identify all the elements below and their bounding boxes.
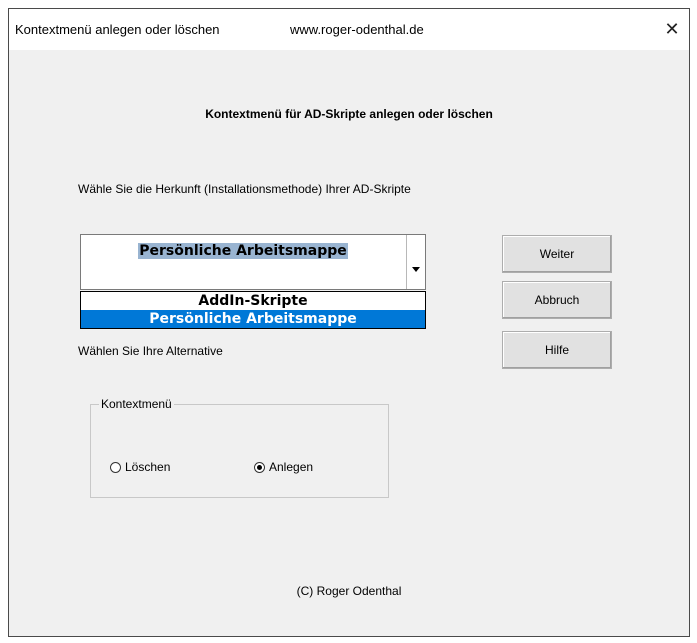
dialog-heading: Kontextmenü für AD-Skripte anlegen oder … [205,107,493,121]
dialog-window: Kontextmenü anlegen oder löschen www.rog… [8,8,690,637]
dropdown-list: AddIn-Skripte Persönliche Arbeitsmappe [80,291,426,329]
radio-delete-label: Löschen [125,460,171,474]
radio-create-label: Anlegen [269,460,314,474]
copyright-text: (C) Roger Odenthal [296,584,402,598]
cancel-button[interactable]: Abbruch [502,281,612,319]
dropdown-option-addin[interactable]: AddIn-Skripte [81,292,425,310]
radio-delete[interactable]: Löschen [110,460,170,474]
dropdown-button[interactable] [406,235,425,289]
dropdown-option-personal-workbook[interactable]: Persönliche Arbeitsmappe [81,310,425,328]
window-title: Kontextmenü anlegen oder löschen [15,22,220,37]
origin-combobox[interactable]: Persönliche Arbeitsmappe [80,234,426,290]
chevron-down-icon [412,266,420,272]
help-button[interactable]: Hilfe [502,331,612,369]
title-bar: Kontextmenü anlegen oder löschen www.rog… [9,9,689,50]
radio-create-indicator[interactable] [254,461,265,473]
context-menu-groupbox: Kontextmenü Löschen Anlegen [90,397,389,498]
close-button[interactable]: ✕ [655,9,689,50]
radio-delete-indicator[interactable] [110,461,121,473]
combobox-value: Persönliche Arbeitsmappe [138,243,348,259]
origin-prompt: Wähle Sie die Herkunft (Installationsmet… [78,182,411,196]
alternative-label: Wählen Sie Ihre Alternative [78,344,223,358]
next-button[interactable]: Weiter [502,235,612,273]
close-icon: ✕ [664,19,680,39]
window-url: www.roger-odenthal.de [290,22,424,37]
groupbox-label: Kontextmenü [99,397,174,411]
radio-create[interactable]: Anlegen [254,460,313,474]
radio-selected-dot [257,464,262,470]
